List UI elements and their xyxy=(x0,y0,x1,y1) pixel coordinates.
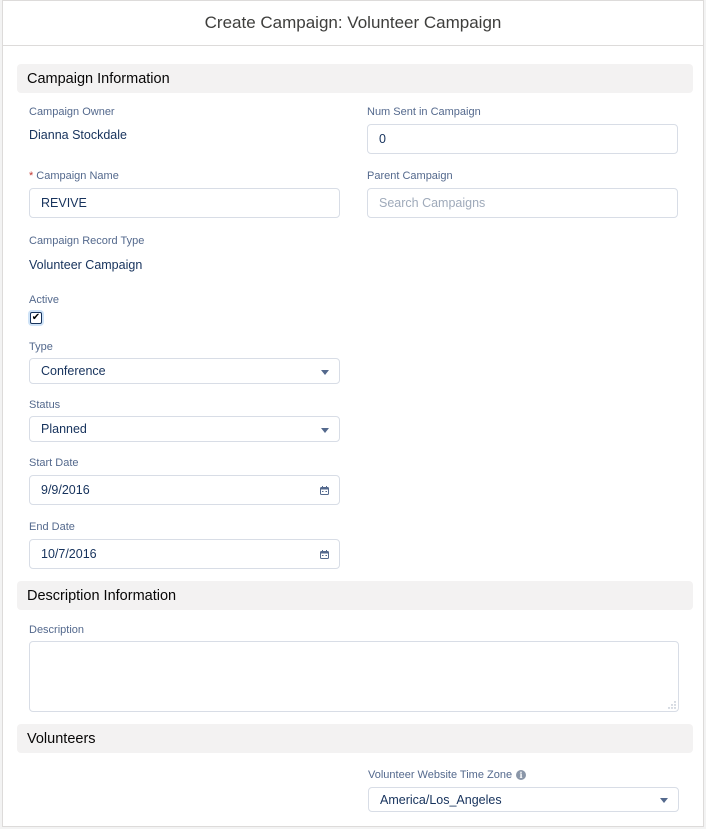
active-label: Active xyxy=(29,294,59,306)
chevron-down-icon xyxy=(321,428,329,433)
status-value: Planned xyxy=(41,422,87,436)
calendar-icon[interactable] xyxy=(320,550,329,559)
record-type-label: Campaign Record Type xyxy=(29,235,145,247)
campaign-name-label-text: Campaign Name xyxy=(36,170,119,182)
chevron-down-icon xyxy=(321,370,329,375)
status-select[interactable]: Planned xyxy=(29,416,340,442)
checkmark-icon: ✔ xyxy=(31,312,41,323)
calendar-icon[interactable] xyxy=(320,486,329,495)
type-value: Conference xyxy=(41,364,106,378)
create-campaign-modal: Create Campaign: Volunteer Campaign Camp… xyxy=(2,0,704,827)
num-sent-label: Num Sent in Campaign xyxy=(367,106,481,118)
section-header-description-information[interactable]: Description Information xyxy=(17,581,693,610)
modal-header: Create Campaign: Volunteer Campaign xyxy=(3,1,703,46)
start-date-label: Start Date xyxy=(29,457,79,469)
chevron-down-icon xyxy=(660,798,668,803)
campaign-name-value: REVIVE xyxy=(41,196,87,210)
record-type-value: Volunteer Campaign xyxy=(29,258,143,272)
parent-campaign-search-input[interactable]: Search Campaigns xyxy=(367,188,678,218)
end-date-input[interactable]: 10/7/2016 xyxy=(29,539,340,569)
section-header-campaign-information[interactable]: Campaign Information xyxy=(17,64,693,93)
active-checkbox[interactable]: ✔ xyxy=(30,312,42,324)
end-date-label: End Date xyxy=(29,521,75,533)
start-date-input[interactable]: 9/9/2016 xyxy=(29,475,340,505)
campaign-name-input[interactable]: REVIVE xyxy=(29,188,340,218)
description-textarea[interactable] xyxy=(29,641,679,712)
required-indicator: * xyxy=(29,170,34,182)
resize-handle-icon[interactable] xyxy=(668,701,676,709)
start-date-value: 9/9/2016 xyxy=(41,483,90,497)
campaign-owner-value: Dianna Stockdale xyxy=(29,128,127,142)
type-select[interactable]: Conference xyxy=(29,358,340,384)
section-title: Campaign Information xyxy=(27,70,170,87)
time-zone-label: Volunteer Website Time Zone xyxy=(368,769,513,781)
end-date-value: 10/7/2016 xyxy=(41,547,97,561)
section-header-volunteers[interactable]: Volunteers xyxy=(17,724,693,753)
num-sent-input[interactable]: 0 xyxy=(367,124,678,154)
parent-campaign-label: Parent Campaign xyxy=(367,170,453,182)
type-label: Type xyxy=(29,341,53,353)
parent-campaign-placeholder: Search Campaigns xyxy=(379,196,486,210)
time-zone-value: America/Los_Angeles xyxy=(380,792,502,807)
num-sent-value: 0 xyxy=(379,132,386,146)
info-icon[interactable]: i xyxy=(516,770,526,780)
campaign-name-label: * Campaign Name xyxy=(29,170,119,182)
status-label: Status xyxy=(29,399,61,411)
modal-title: Create Campaign: Volunteer Campaign xyxy=(204,13,502,32)
info-glyph: i xyxy=(519,770,523,780)
section-title: Volunteers xyxy=(27,730,96,747)
section-title: Description Information xyxy=(27,587,177,604)
time-zone-select[interactable]: America/Los_Angeles xyxy=(368,787,679,812)
campaign-owner-label: Campaign Owner xyxy=(29,106,115,118)
description-label: Description xyxy=(29,624,85,636)
